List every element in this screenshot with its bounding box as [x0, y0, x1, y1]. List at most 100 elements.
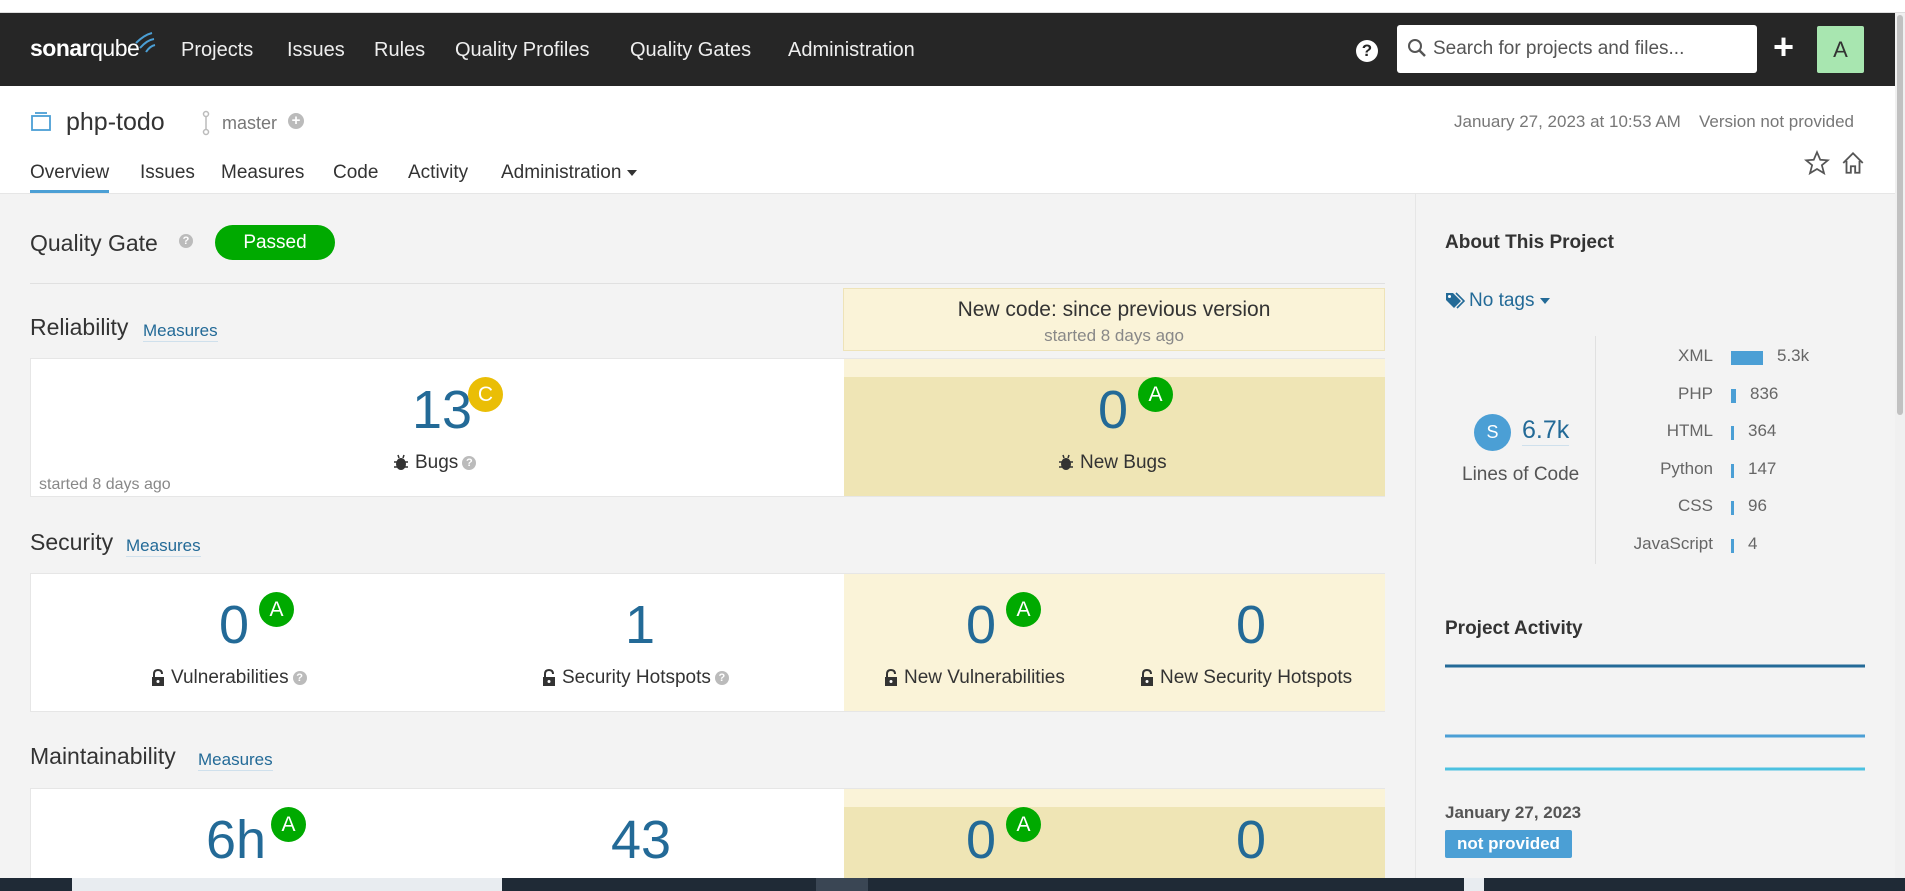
create-plus-button[interactable]: +: [1773, 29, 1794, 65]
vulnerabilities-rating[interactable]: A: [259, 592, 294, 627]
tab-issues[interactable]: Issues: [140, 162, 195, 184]
new-code-column: 0 A 0: [844, 789, 1385, 887]
language-lines-value: 4: [1748, 534, 1758, 553]
new-hotspots-label: New Security Hotspots: [1140, 667, 1352, 689]
help-icon[interactable]: ?: [292, 670, 307, 685]
language-row: PHP 836: [1601, 384, 1881, 408]
new-bugs-label: New Bugs: [1058, 452, 1167, 474]
logo-text-sonar: sonar: [30, 35, 91, 61]
logo-waves-icon: [135, 32, 156, 53]
vulnerabilities-value[interactable]: 0: [219, 594, 249, 656]
os-taskbar: [0, 878, 1905, 891]
debt-value[interactable]: 6h: [206, 809, 266, 871]
project-name[interactable]: php-todo: [66, 108, 165, 137]
new-code-stripe: [844, 789, 1385, 807]
new-code-period-header: New code: since previous version started…: [843, 288, 1385, 351]
new-debt-rating[interactable]: A: [1006, 807, 1041, 842]
new-vulnerabilities-value[interactable]: 0: [966, 594, 996, 656]
size-rating-badge: S: [1474, 414, 1511, 451]
language-name: HTML: [1666, 421, 1713, 441]
language-lines-value: 96: [1748, 496, 1767, 516]
new-debt-value[interactable]: 0: [966, 809, 996, 871]
overview-main: Quality Gate ? Passed New code: since pr…: [0, 194, 1415, 888]
language-row: Python 147: [1601, 459, 1881, 483]
favorite-star-icon[interactable]: [1804, 150, 1830, 176]
maintainability-card: 6h A 43 0 A 0: [30, 788, 1385, 888]
global-search[interactable]: [1397, 25, 1757, 73]
lock-icon: [543, 668, 555, 686]
language-lines-value: 147: [1748, 458, 1777, 478]
branch-name[interactable]: master: [222, 113, 277, 134]
new-code-column: 0 A New Vulnerabilities 0 New Security H…: [844, 574, 1385, 711]
hotspots-label-text: Security Hotspots: [562, 667, 711, 688]
help-icon[interactable]: ?: [714, 670, 729, 685]
security-measures-link[interactable]: Measures: [126, 536, 201, 557]
vulnerabilities-label: Vulnerabilities?: [151, 667, 307, 689]
new-hotspots-label-text: New Security Hotspots: [1160, 667, 1353, 688]
security-title: Security: [30, 529, 114, 555]
new-code-subtitle: started 8 days ago: [1044, 326, 1184, 345]
page-scrollbar[interactable]: [1895, 13, 1905, 878]
search-icon: [1408, 39, 1426, 57]
version-badge: not provided: [1445, 830, 1572, 858]
nav-rules[interactable]: Rules: [374, 39, 425, 62]
tab-administration-label: Administration: [501, 162, 622, 183]
reliability-measures-link[interactable]: Measures: [143, 321, 218, 342]
help-icon[interactable]: ?: [179, 234, 193, 248]
quality-gate-status-badge: Passed: [215, 225, 335, 260]
nav-administration[interactable]: Administration: [788, 39, 915, 62]
new-hotspots-value[interactable]: 0: [1236, 594, 1266, 656]
language-bar: [1731, 539, 1734, 553]
tab-activity[interactable]: Activity: [408, 162, 468, 184]
analysis-date: January 27, 2023 at 10:53 AM: [1454, 112, 1681, 131]
tab-administration[interactable]: Administration: [501, 162, 638, 184]
nav-issues[interactable]: Issues: [287, 39, 345, 62]
bugs-rating[interactable]: C: [468, 377, 503, 412]
lines-of-code-value[interactable]: 6.7k: [1522, 416, 1570, 446]
search-input[interactable]: [1433, 35, 1743, 63]
help-icon[interactable]: ?: [1356, 40, 1378, 62]
taskbar-button[interactable]: [816, 878, 868, 891]
user-avatar[interactable]: A: [1817, 26, 1864, 73]
reliability-title: Reliability: [30, 314, 129, 340]
branch-icon: [202, 110, 210, 136]
new-bugs-value[interactable]: 0: [1098, 379, 1128, 441]
lock-icon: [152, 668, 164, 686]
language-bar: [1731, 501, 1734, 516]
project-header: php-todo master + January 27, 2023 at 10…: [0, 86, 1895, 194]
project-sidebar: About This Project No tags S 6.7k Lines …: [1415, 194, 1895, 878]
add-branch-icon[interactable]: +: [288, 113, 304, 129]
nav-quality-profiles[interactable]: Quality Profiles: [455, 39, 590, 62]
new-code-smells-value[interactable]: 0: [1236, 809, 1266, 871]
hotspots-value[interactable]: 1: [625, 594, 655, 656]
tag-icon: [1446, 292, 1466, 309]
taskbar-window[interactable]: [72, 878, 502, 891]
new-code-title: New code: since previous version: [957, 298, 1271, 321]
tab-code[interactable]: Code: [333, 162, 378, 184]
taskbar-button[interactable]: [1464, 878, 1484, 891]
nav-projects[interactable]: Projects: [181, 39, 253, 62]
maintainability-title: Maintainability: [30, 743, 176, 769]
help-icon[interactable]: ?: [462, 455, 477, 470]
new-vulnerabilities-rating[interactable]: A: [1006, 592, 1041, 627]
language-bar: [1731, 426, 1734, 441]
bugs-label: Bugs?: [393, 452, 477, 474]
bugs-label-text: Bugs: [415, 452, 459, 473]
reliability-card: 13 C Bugs? started 8 days ago 0 A New Bu…: [30, 358, 1385, 497]
language-name: CSS: [1678, 496, 1713, 516]
tab-measures[interactable]: Measures: [221, 162, 304, 184]
activity-date: January 27, 2023: [1445, 803, 1582, 822]
new-bugs-rating[interactable]: A: [1138, 377, 1173, 412]
language-name: PHP: [1678, 383, 1713, 403]
scrollbar-thumb[interactable]: [1897, 15, 1903, 415]
tab-overview[interactable]: Overview: [30, 162, 110, 193]
debt-rating[interactable]: A: [271, 807, 306, 842]
home-page-icon[interactable]: [1840, 150, 1866, 176]
bugs-value[interactable]: 13: [412, 379, 472, 441]
browser-top-strip: [0, 0, 1905, 13]
sonarqube-logo[interactable]: sonarqube: [30, 32, 156, 62]
code-smells-value[interactable]: 43: [611, 809, 671, 871]
maintainability-measures-link[interactable]: Measures: [198, 750, 273, 771]
tags-selector[interactable]: No tags: [1445, 290, 1551, 312]
nav-quality-gates[interactable]: Quality Gates: [630, 39, 751, 62]
